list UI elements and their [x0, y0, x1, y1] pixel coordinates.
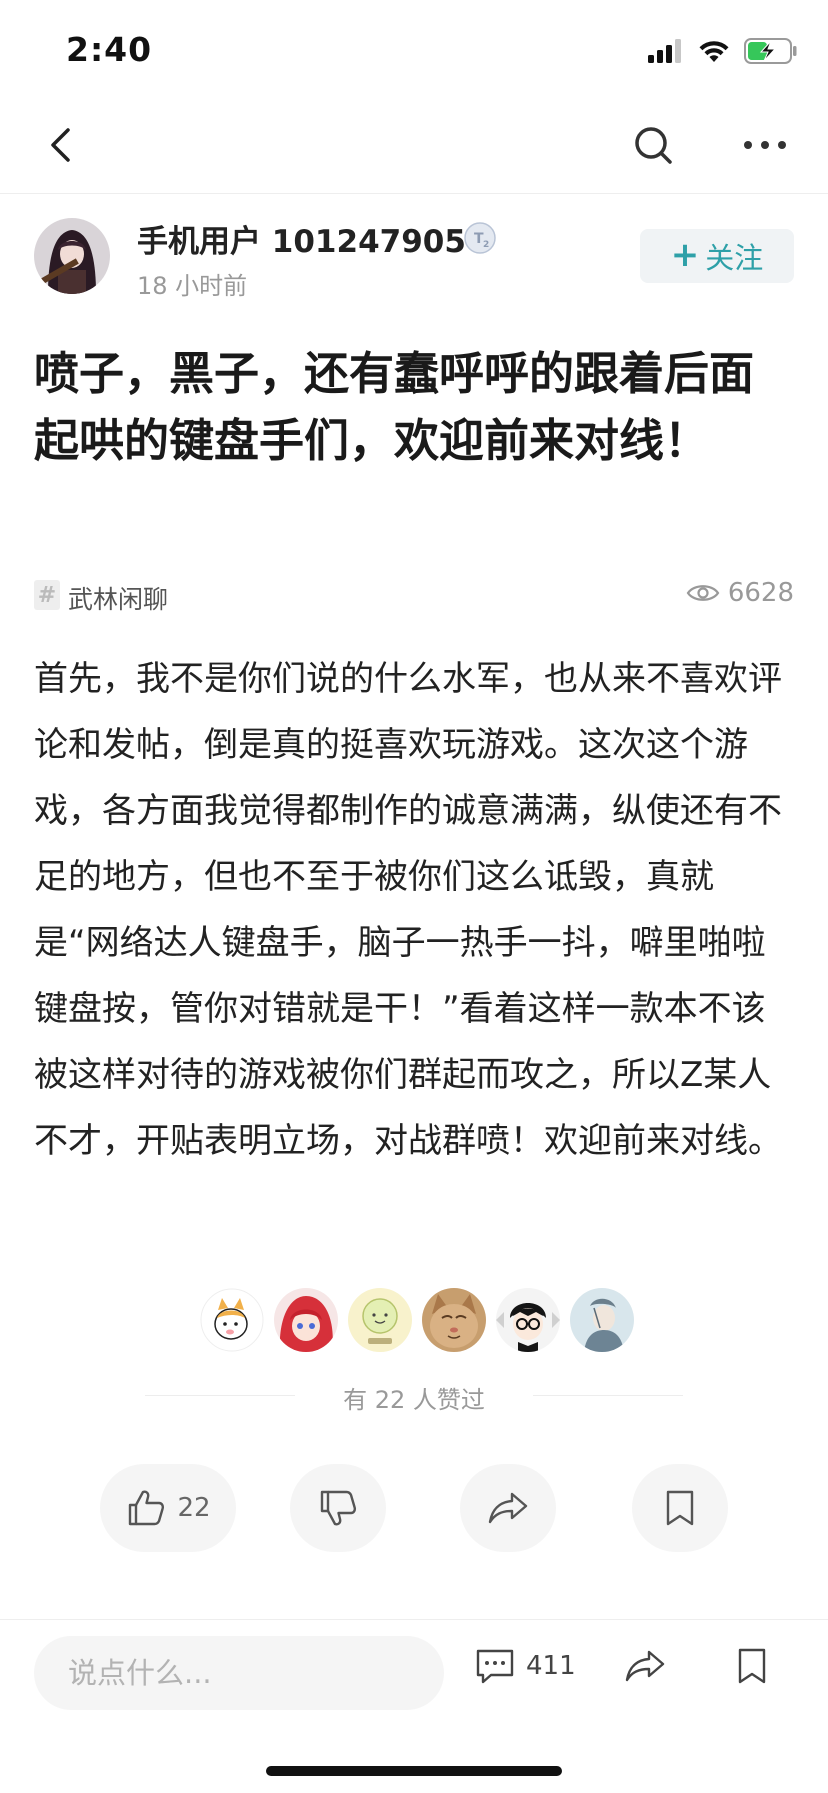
comment-input[interactable] — [34, 1636, 444, 1710]
bookmark-button[interactable] — [733, 1646, 771, 1690]
follow-label: 关注 — [705, 241, 764, 275]
home-indicator[interactable] — [266, 1766, 562, 1776]
like-button[interactable]: 22 — [100, 1464, 236, 1552]
cellular-signal-icon — [648, 39, 681, 63]
post-time: 18 小时前 — [137, 272, 248, 300]
back-arrow-icon — [51, 128, 70, 162]
sketch-avatar[interactable] — [570, 1288, 634, 1352]
bottom-bar: 411 — [0, 1619, 828, 1793]
battery-charging-icon — [744, 38, 797, 64]
share-button[interactable] — [622, 1646, 668, 1690]
follow-button[interactable]: + 关注 — [640, 229, 794, 283]
level-badge: T 2 — [464, 222, 496, 254]
liked-summary[interactable]: 有 22 人赞过 — [145, 1380, 683, 1415]
liker-avatars — [200, 1288, 634, 1352]
thumbs-down-icon — [320, 1490, 356, 1526]
comment-count: 411 — [526, 1651, 576, 1681]
bookmark-icon — [738, 1648, 766, 1684]
post-body: 首先，我不是你们说的什么水军，也从来不喜欢评论和发帖，倒是真的挺喜欢玩游戏。这次… — [34, 659, 782, 1161]
plus-icon: + — [670, 234, 700, 275]
search-button[interactable] — [628, 120, 678, 170]
hash-icon: # — [34, 580, 60, 610]
liked-summary-row: 有 22 人赞过 — [145, 1380, 683, 1414]
bookmark-action-button[interactable] — [632, 1464, 728, 1552]
divider-right — [533, 1395, 683, 1396]
share-icon — [625, 1650, 665, 1682]
back-button[interactable] — [38, 120, 88, 170]
eye-icon — [686, 585, 720, 601]
cat-avatar[interactable] — [200, 1288, 264, 1352]
dislike-button[interactable] — [290, 1464, 386, 1552]
status-bar: 2:40 — [0, 0, 828, 100]
comment-button[interactable]: 411 — [474, 1646, 576, 1686]
status-time: 2:40 — [66, 30, 153, 69]
post-title: 喷子，黑子，还有蠢呼呼的跟着后面起哄的键盘手们，欢迎前来对线！ — [34, 347, 755, 467]
like-count: 22 — [177, 1493, 211, 1523]
author-avatar[interactable] — [34, 218, 110, 294]
red-hair-girl-avatar[interactable] — [274, 1288, 338, 1352]
search-icon — [635, 127, 672, 164]
share-action-button[interactable] — [460, 1464, 556, 1552]
level-badge-icon: T 2 — [464, 222, 496, 254]
comment-icon — [476, 1649, 514, 1684]
view-count: 6628 — [686, 578, 794, 608]
glasses-boy-avatar[interactable] — [496, 1288, 560, 1352]
green-blob-avatar[interactable] — [348, 1288, 412, 1352]
bookmark-icon — [666, 1490, 694, 1526]
more-icon — [744, 141, 786, 149]
thumbs-up-icon — [129, 1490, 165, 1526]
view-count-value: 6628 — [727, 578, 794, 608]
wifi-icon — [699, 41, 729, 62]
tabby-cat-avatar[interactable] — [422, 1288, 486, 1352]
svg-text:2: 2 — [483, 240, 489, 250]
status-icons — [648, 36, 798, 66]
share-icon — [488, 1492, 528, 1524]
more-button[interactable] — [740, 120, 790, 170]
topic-label[interactable]: 武林闲聊 — [68, 580, 168, 616]
nav-bar — [0, 100, 828, 194]
author-name[interactable]: 手机用户 101247905 — [137, 216, 466, 261]
